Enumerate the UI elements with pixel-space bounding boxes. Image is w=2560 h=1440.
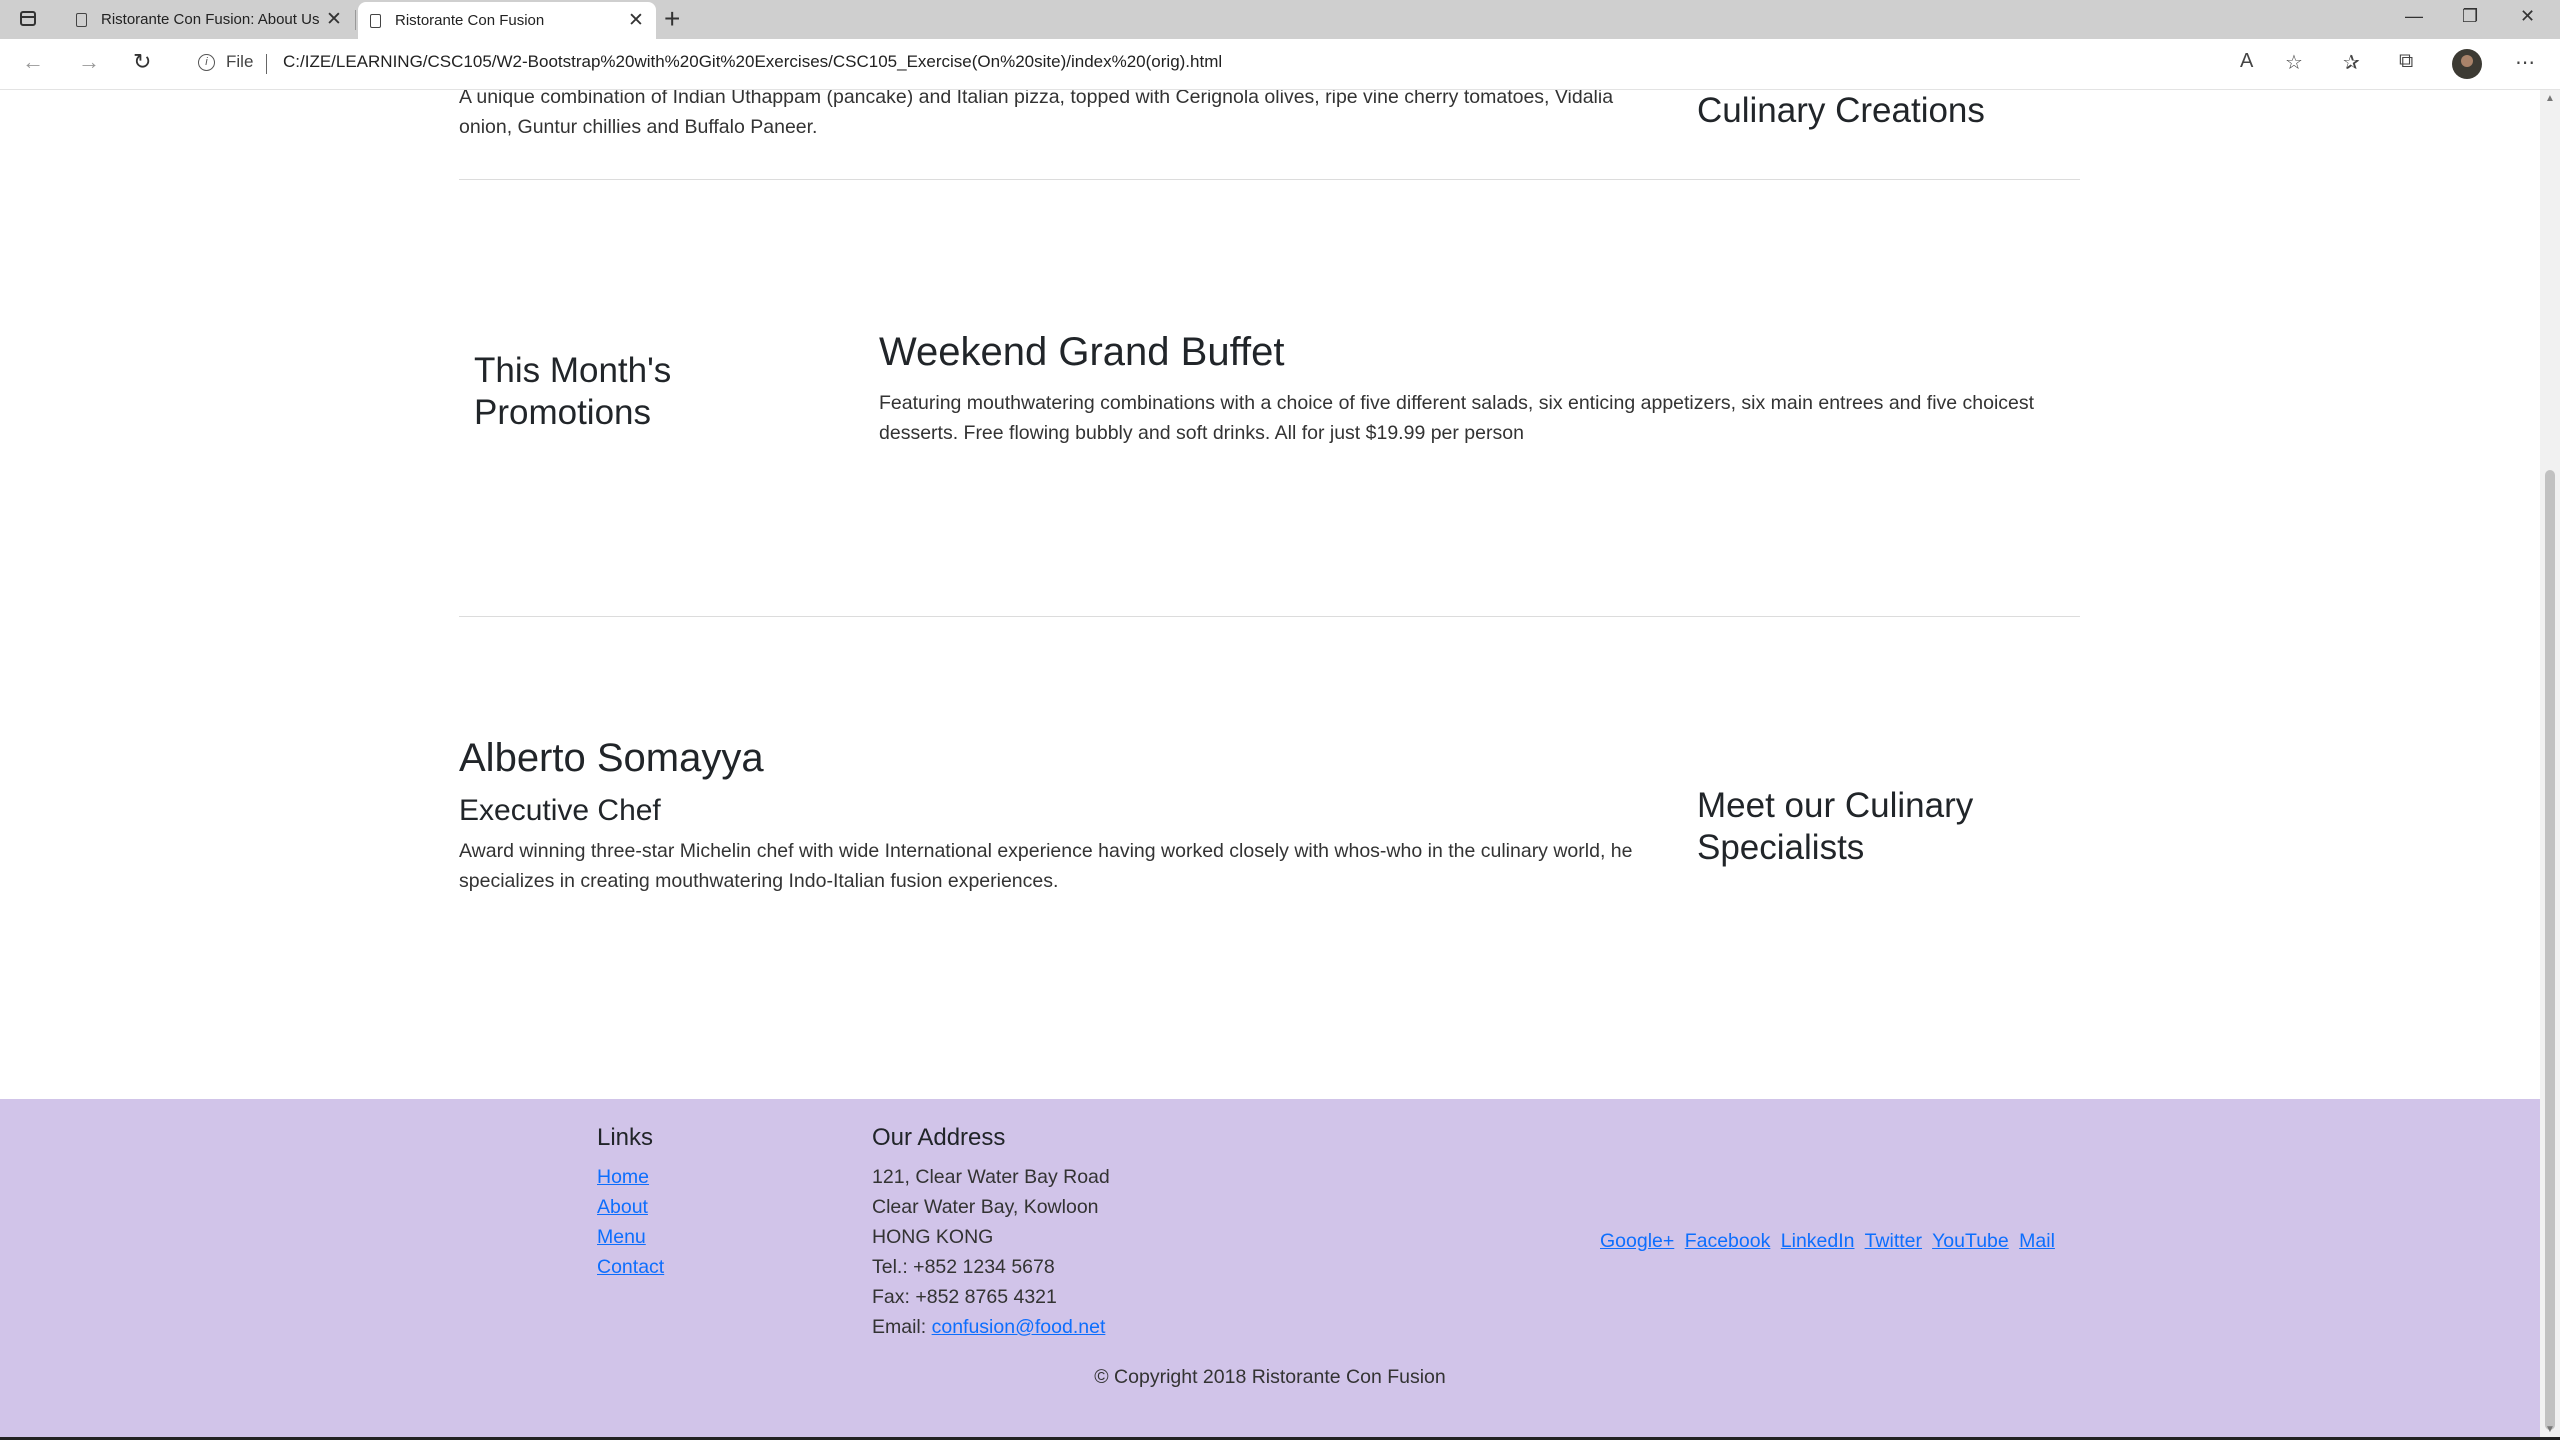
email-line: Email: confusion@food.net [872,1316,1105,1339]
restore-button[interactable]: ❐ [2462,6,2478,27]
page-icon [76,12,87,27]
links-heading: Links [597,1124,654,1151]
footer-link-menu[interactable]: Menu [597,1226,646,1249]
favorite-icon[interactable]: ☆ [2285,50,2303,75]
close-tab-icon[interactable]: ✕ [626,9,646,32]
social-links: Google+ Facebook LinkedIn Twitter YouTub… [1600,1230,2060,1253]
close-window-button[interactable]: ✕ [2520,6,2535,27]
tab-about-us[interactable]: Ristorante Con Fusion: About Us ✕ [64,0,354,39]
fax-line: Fax: +852 8765 4321 [872,1286,1057,1308]
minimize-button[interactable]: — [2405,6,2423,27]
scroll-up-icon[interactable]: ▲ [2545,93,2555,104]
url-divider [266,54,267,74]
tab-ristorante[interactable]: Ristorante Con Fusion ✕ [358,2,656,39]
back-button[interactable]: ← [22,49,44,75]
email-label: Email: [872,1316,932,1338]
promotion-title: Weekend Grand Buffet [879,330,1285,374]
address-line: Clear Water Bay, Kowloon [872,1196,1099,1218]
leader-name: Alberto Somayya [459,736,764,780]
address-line: 121, Clear Water Bay Road [872,1166,1110,1188]
scheme-label: File [226,52,254,71]
social-link-youtube[interactable]: YouTube [1932,1230,2009,1252]
tab-strip: Ristorante Con Fusion: About Us ✕ Ristor… [0,0,2560,39]
social-link-facebook[interactable]: Facebook [1685,1230,1771,1252]
social-link-twitter[interactable]: Twitter [1865,1230,1922,1252]
address-bar: ← → ↻ i File C:/IZE/LEARNING/CSC105/W2-B… [0,39,2560,90]
culinary-creations-heading: Culinary Creations [1697,91,1985,130]
divider [459,616,2080,617]
phone-line: Tel.: +852 1234 5678 [872,1256,1055,1278]
footer-link-contact[interactable]: Contact [597,1256,664,1279]
close-tab-icon[interactable]: ✕ [324,8,344,31]
email-link[interactable]: confusion@food.net [932,1316,1106,1338]
specialists-heading: Meet our Culinary Specialists [1697,786,1974,867]
tab-title: Ristorante Con Fusion: About Us [101,11,320,28]
leader-description: Award winning three-star Michelin chef w… [459,840,1633,892]
footer-link-home[interactable]: Home [597,1166,649,1189]
page-icon [370,13,381,28]
collections-icon[interactable]: ⧉ [2399,50,2413,73]
new-tab-button[interactable]: + [664,3,680,35]
profile-avatar[interactable] [2452,49,2482,79]
promotions-heading: This Month's Promotions [474,351,672,432]
social-link-linkedin[interactable]: LinkedIn [1781,1230,1855,1252]
address-heading: Our Address [872,1124,1006,1151]
favorites-icon[interactable]: ✰ [2343,50,2360,75]
promotion-description: Featuring mouthwatering combinations wit… [879,392,2035,444]
tab-actions-icon[interactable] [20,11,36,26]
footer: Links Home About Menu Contact Our Addres… [0,1099,2540,1440]
tab-divider [355,10,356,30]
copyright: © Copyright 2018 Ristorante Con Fusion [1094,1366,1446,1388]
site-info-icon[interactable]: i [198,54,215,71]
tab-title: Ristorante Con Fusion [395,12,545,29]
scroll-down-icon[interactable]: ▼ [2545,1424,2555,1435]
leader-designation: Executive Chef [459,794,661,827]
forward-button[interactable]: → [78,49,100,75]
more-menu-icon[interactable]: ⋯ [2515,50,2535,75]
divider [459,179,2080,180]
social-link-mail[interactable]: Mail [2019,1230,2055,1252]
read-aloud-icon[interactable]: A [2240,50,2253,73]
footer-link-about[interactable]: About [597,1196,648,1219]
url-field[interactable]: C:/IZE/LEARNING/CSC105/W2-Bootstrap%20wi… [283,52,1222,72]
address-line: HONG KONG [872,1226,994,1248]
scrollbar-thumb[interactable] [2545,470,2555,1430]
social-link-googleplus[interactable]: Google+ [1600,1230,1674,1252]
vertical-scrollbar[interactable]: ▲ ▼ [2540,90,2560,1440]
dish-description: A unique combination of Indian Uthappam … [459,90,1614,138]
reload-button[interactable]: ↻ [133,49,151,75]
